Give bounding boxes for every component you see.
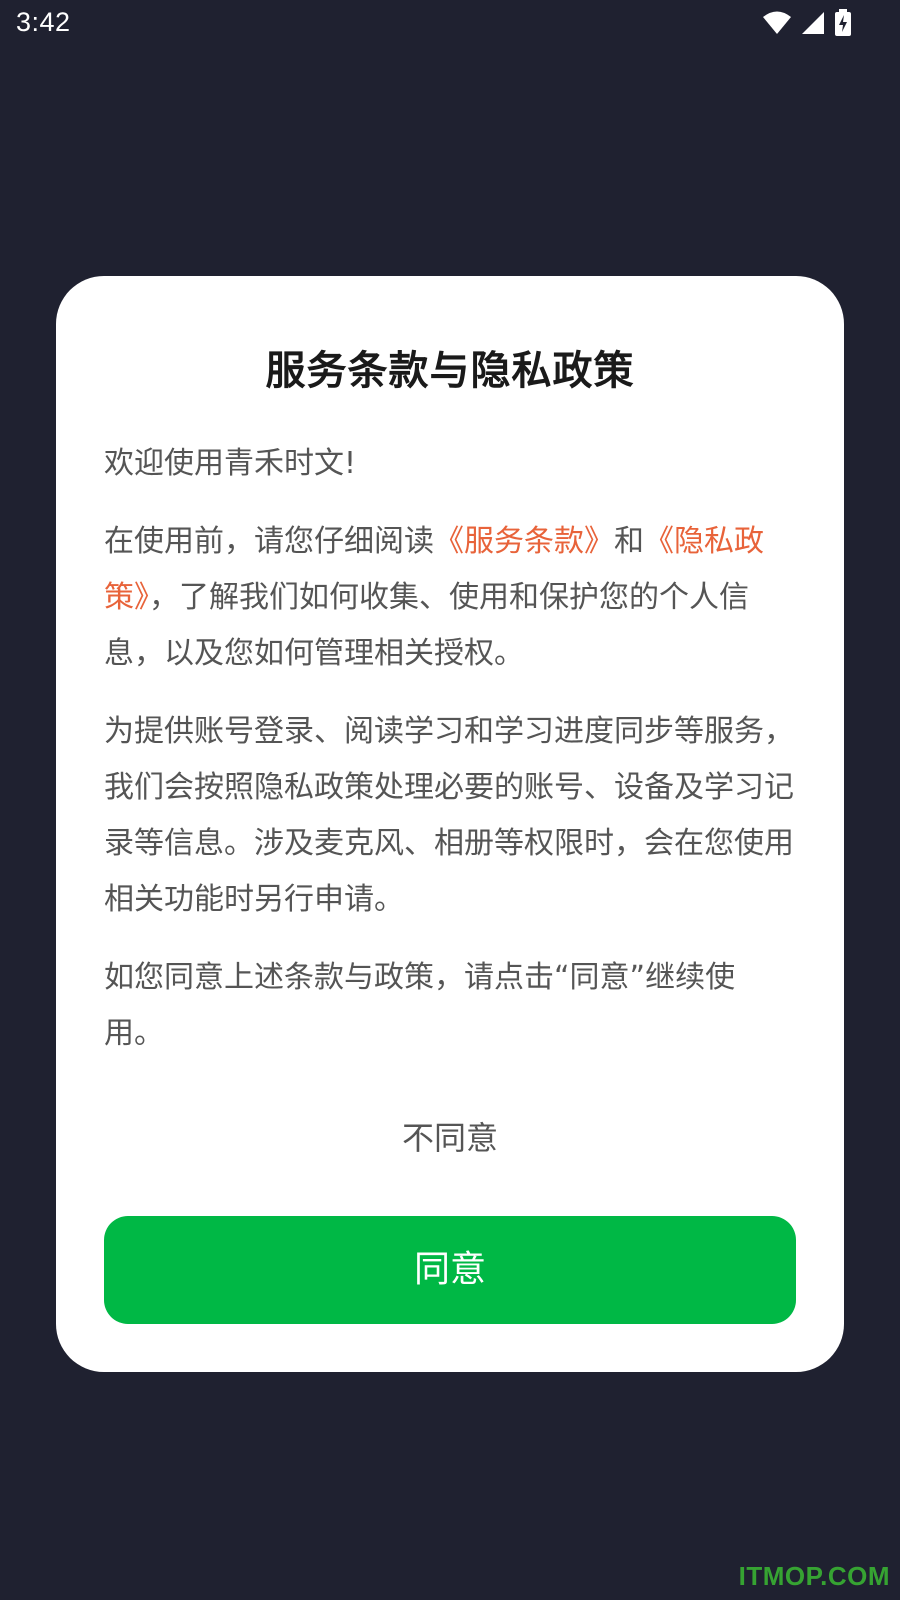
terms-of-service-link[interactable]: 《服务条款》 bbox=[434, 524, 614, 559]
paragraph1-prefix: 在使用前，请您仔细阅读 bbox=[104, 524, 434, 559]
status-bar: 3:42 bbox=[0, 0, 900, 50]
status-icons bbox=[762, 9, 852, 37]
watermark: ITMOP.COM bbox=[738, 1561, 890, 1591]
paragraph1-suffix: ，了解我们如何收集、使用和保护您的个人信息，以及您如何管理相关授权。 bbox=[104, 580, 749, 671]
privacy-dialog: 服务条款与隐私政策 欢迎使用青禾时文! 在使用前，请您仔细阅读《服务条款》和《隐… bbox=[56, 276, 844, 1372]
agree-button[interactable]: 同意 bbox=[104, 1216, 796, 1324]
battery-charging-icon bbox=[834, 9, 852, 37]
signal-icon bbox=[800, 10, 826, 36]
welcome-text: 欢迎使用青禾时文! bbox=[104, 446, 357, 481]
status-time: 3:42 bbox=[16, 7, 71, 37]
dialog-body: 欢迎使用青禾时文! 在使用前，请您仔细阅读《服务条款》和《隐私政策》，了解我们如… bbox=[104, 436, 794, 1084]
paragraph-data-usage: 为提供账号登录、阅读学习和学习进度同步等服务，我们会按照隐私政策处理必要的账号、… bbox=[104, 714, 794, 917]
wifi-icon bbox=[762, 10, 792, 36]
paragraph-consent: 如您同意上述条款与政策，请点击“同意”继续使用。 bbox=[104, 960, 736, 1051]
paragraph1-conjunction: 和 bbox=[614, 524, 644, 559]
disagree-button[interactable]: 不同意 bbox=[56, 1108, 844, 1168]
paragraph-read-terms: 在使用前，请您仔细阅读《服务条款》和《隐私政策》，了解我们如何收集、使用和保护您… bbox=[104, 514, 794, 682]
dialog-title: 服务条款与隐私政策 bbox=[265, 348, 635, 394]
